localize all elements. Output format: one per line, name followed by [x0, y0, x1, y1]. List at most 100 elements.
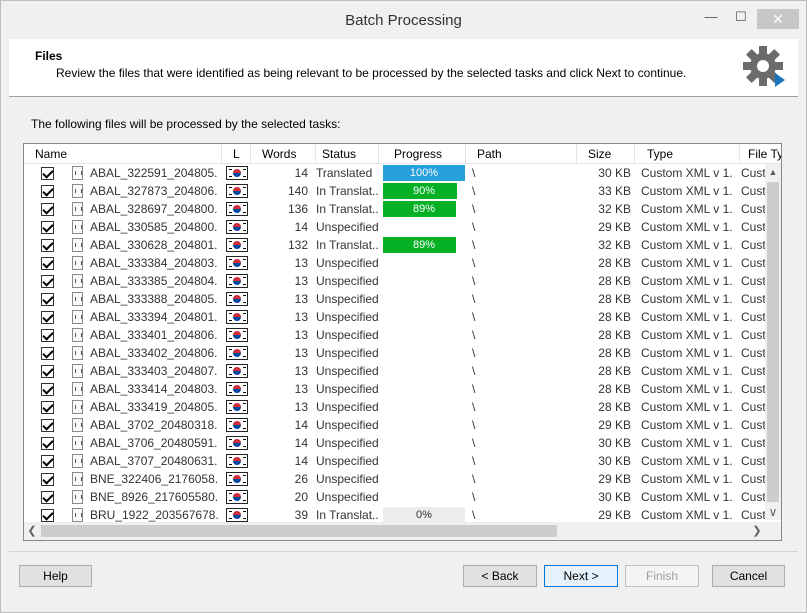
- next-button[interactable]: Next >: [544, 565, 618, 587]
- file-xml-icon: [72, 202, 83, 216]
- table-row[interactable]: ABAL_333419_204805... 13 Unspecified \ 28 KB…: [24, 398, 766, 416]
- file-type: Cust: [741, 238, 766, 252]
- korean-flag-icon: [226, 490, 248, 504]
- file-checkbox[interactable]: [41, 347, 54, 360]
- horizontal-scroll-thumb[interactable]: [41, 525, 557, 537]
- file-type-description: Custom XML v 1...: [641, 490, 733, 504]
- close-button[interactable]: ✕: [757, 9, 799, 29]
- file-checkbox[interactable]: [41, 329, 54, 342]
- file-checkbox[interactable]: [41, 437, 54, 450]
- files-list[interactable]: Name L Words Status Progress Path Size T…: [23, 143, 782, 541]
- list-rows: ABAL_322591_204805... 14 Translated 100% \ 30…: [24, 164, 766, 524]
- table-row[interactable]: ABAL_333402_204806... 13 Unspecified \ 28 KB…: [24, 344, 766, 362]
- file-checkbox[interactable]: [41, 455, 54, 468]
- table-row[interactable]: ABAL_333403_204807... 13 Unspecified \ 28 KB…: [24, 362, 766, 380]
- table-row[interactable]: ABAL_333414_204803... 13 Unspecified \ 28 KB…: [24, 380, 766, 398]
- file-xml-icon: [72, 364, 83, 378]
- column-header-language[interactable]: L: [222, 144, 251, 164]
- file-size: 28 KB: [598, 310, 631, 324]
- table-row[interactable]: ABAL_3707_20480631... 14 Unspecified \ 30 KB…: [24, 452, 766, 470]
- file-checkbox[interactable]: [41, 203, 54, 216]
- file-type-description: Custom XML v 1...: [641, 418, 733, 432]
- file-checkbox[interactable]: [41, 167, 54, 180]
- file-size: 30 KB: [598, 166, 631, 180]
- scroll-down-arrow[interactable]: ∨: [765, 504, 781, 520]
- file-checkbox[interactable]: [41, 383, 54, 396]
- file-status: Unspecified: [316, 400, 378, 414]
- file-checkbox[interactable]: [41, 293, 54, 306]
- file-status: Unspecified: [316, 382, 378, 396]
- file-checkbox[interactable]: [41, 257, 54, 270]
- maximize-button[interactable]: ☐: [729, 9, 753, 27]
- table-row[interactable]: ABAL_327873_204806... 140 In Translat... 90…: [24, 182, 766, 200]
- file-checkbox[interactable]: [41, 365, 54, 378]
- file-path: \: [472, 256, 476, 270]
- file-type: Cust: [741, 166, 766, 180]
- file-checkbox[interactable]: [41, 311, 54, 324]
- word-count: 13: [294, 328, 308, 342]
- scroll-left-arrow[interactable]: ❮: [24, 523, 40, 539]
- help-button[interactable]: Help: [19, 565, 92, 587]
- file-size: 30 KB: [598, 490, 631, 504]
- file-size: 33 KB: [598, 184, 631, 198]
- file-name: ABAL_333394_204801...: [90, 310, 218, 324]
- table-row[interactable]: ABAL_3702_20480318... 14 Unspecified \ 29 KB…: [24, 416, 766, 434]
- table-row[interactable]: BNE_8926_217605580... 20 Unspecified \ 30 KB…: [24, 488, 766, 506]
- file-xml-icon: [72, 256, 83, 270]
- vertical-scrollbar[interactable]: ▲ ∨: [765, 164, 781, 520]
- file-size: 30 KB: [598, 454, 631, 468]
- vertical-scroll-thumb[interactable]: [767, 182, 779, 502]
- file-checkbox[interactable]: [41, 275, 54, 288]
- scroll-right-arrow[interactable]: ❯: [749, 523, 765, 539]
- column-header-words[interactable]: Words: [251, 144, 316, 164]
- file-type-description: Custom XML v 1...: [641, 382, 733, 396]
- back-button[interactable]: < Back: [463, 565, 537, 587]
- file-size: 28 KB: [598, 328, 631, 342]
- table-row[interactable]: ABAL_333388_204805... 13 Unspecified \ 28 KB…: [24, 290, 766, 308]
- file-type: Cust: [741, 220, 766, 234]
- file-type-description: Custom XML v 1...: [641, 274, 733, 288]
- file-checkbox[interactable]: [41, 401, 54, 414]
- minimize-button[interactable]: —: [699, 9, 723, 27]
- file-checkbox[interactable]: [41, 509, 54, 522]
- wizard-header: Files Review the files that were identif…: [9, 39, 798, 97]
- file-size: 28 KB: [598, 292, 631, 306]
- column-header-file-type[interactable]: File Ty: [740, 144, 781, 164]
- table-row[interactable]: ABAL_333384_204803... 13 Unspecified \ 28 KB…: [24, 254, 766, 272]
- column-header-progress[interactable]: Progress: [379, 144, 466, 164]
- scroll-up-arrow[interactable]: ▲: [765, 164, 781, 180]
- file-type: Cust: [741, 436, 766, 450]
- table-row[interactable]: ABAL_333401_204806... 13 Unspecified \ 28 KB…: [24, 326, 766, 344]
- column-header-type[interactable]: Type: [635, 144, 740, 164]
- file-status: Translated: [316, 166, 373, 180]
- window-title: Batch Processing: [345, 12, 462, 29]
- table-row[interactable]: BNE_322406_2176058... 26 Unspecified \ 29 KB…: [24, 470, 766, 488]
- file-status: Unspecified: [316, 490, 378, 504]
- column-header-size[interactable]: Size: [577, 144, 635, 164]
- column-header-path[interactable]: Path: [466, 144, 577, 164]
- file-name: ABAL_333403_204807...: [90, 364, 218, 378]
- file-name: ABAL_330628_204801...: [90, 238, 218, 252]
- table-row[interactable]: ABAL_3706_20480591... 14 Unspecified \ 30 KB…: [24, 434, 766, 452]
- file-checkbox[interactable]: [41, 473, 54, 486]
- file-checkbox[interactable]: [41, 491, 54, 504]
- file-checkbox[interactable]: [41, 239, 54, 252]
- table-row[interactable]: ABAL_322591_204805... 14 Translated 100% \ 30…: [24, 164, 766, 182]
- cancel-button[interactable]: Cancel: [712, 565, 785, 587]
- table-row[interactable]: ABAL_333394_204801... 13 Unspecified \ 28 KB…: [24, 308, 766, 326]
- file-checkbox[interactable]: [41, 221, 54, 234]
- word-count: 13: [294, 346, 308, 360]
- table-row[interactable]: ABAL_330585_204800... 14 Unspecified \ 29 KB…: [24, 218, 766, 236]
- finish-button[interactable]: Finish: [625, 565, 699, 587]
- horizontal-scrollbar[interactable]: ❮ ❯: [24, 522, 765, 540]
- table-row[interactable]: ABAL_333385_204804... 13 Unspecified \ 28 KB…: [24, 272, 766, 290]
- table-row[interactable]: ABAL_330628_204801... 132 In Translat... 89…: [24, 236, 766, 254]
- file-status: Unspecified: [316, 292, 378, 306]
- file-path: \: [472, 274, 476, 288]
- title-bar: Batch Processing — ☐ ✕: [1, 1, 806, 39]
- column-header-status[interactable]: Status: [316, 144, 379, 164]
- table-row[interactable]: ABAL_328697_204800... 136 In Translat... 89…: [24, 200, 766, 218]
- file-checkbox[interactable]: [41, 185, 54, 198]
- column-header-name[interactable]: Name: [29, 144, 222, 164]
- file-checkbox[interactable]: [41, 419, 54, 432]
